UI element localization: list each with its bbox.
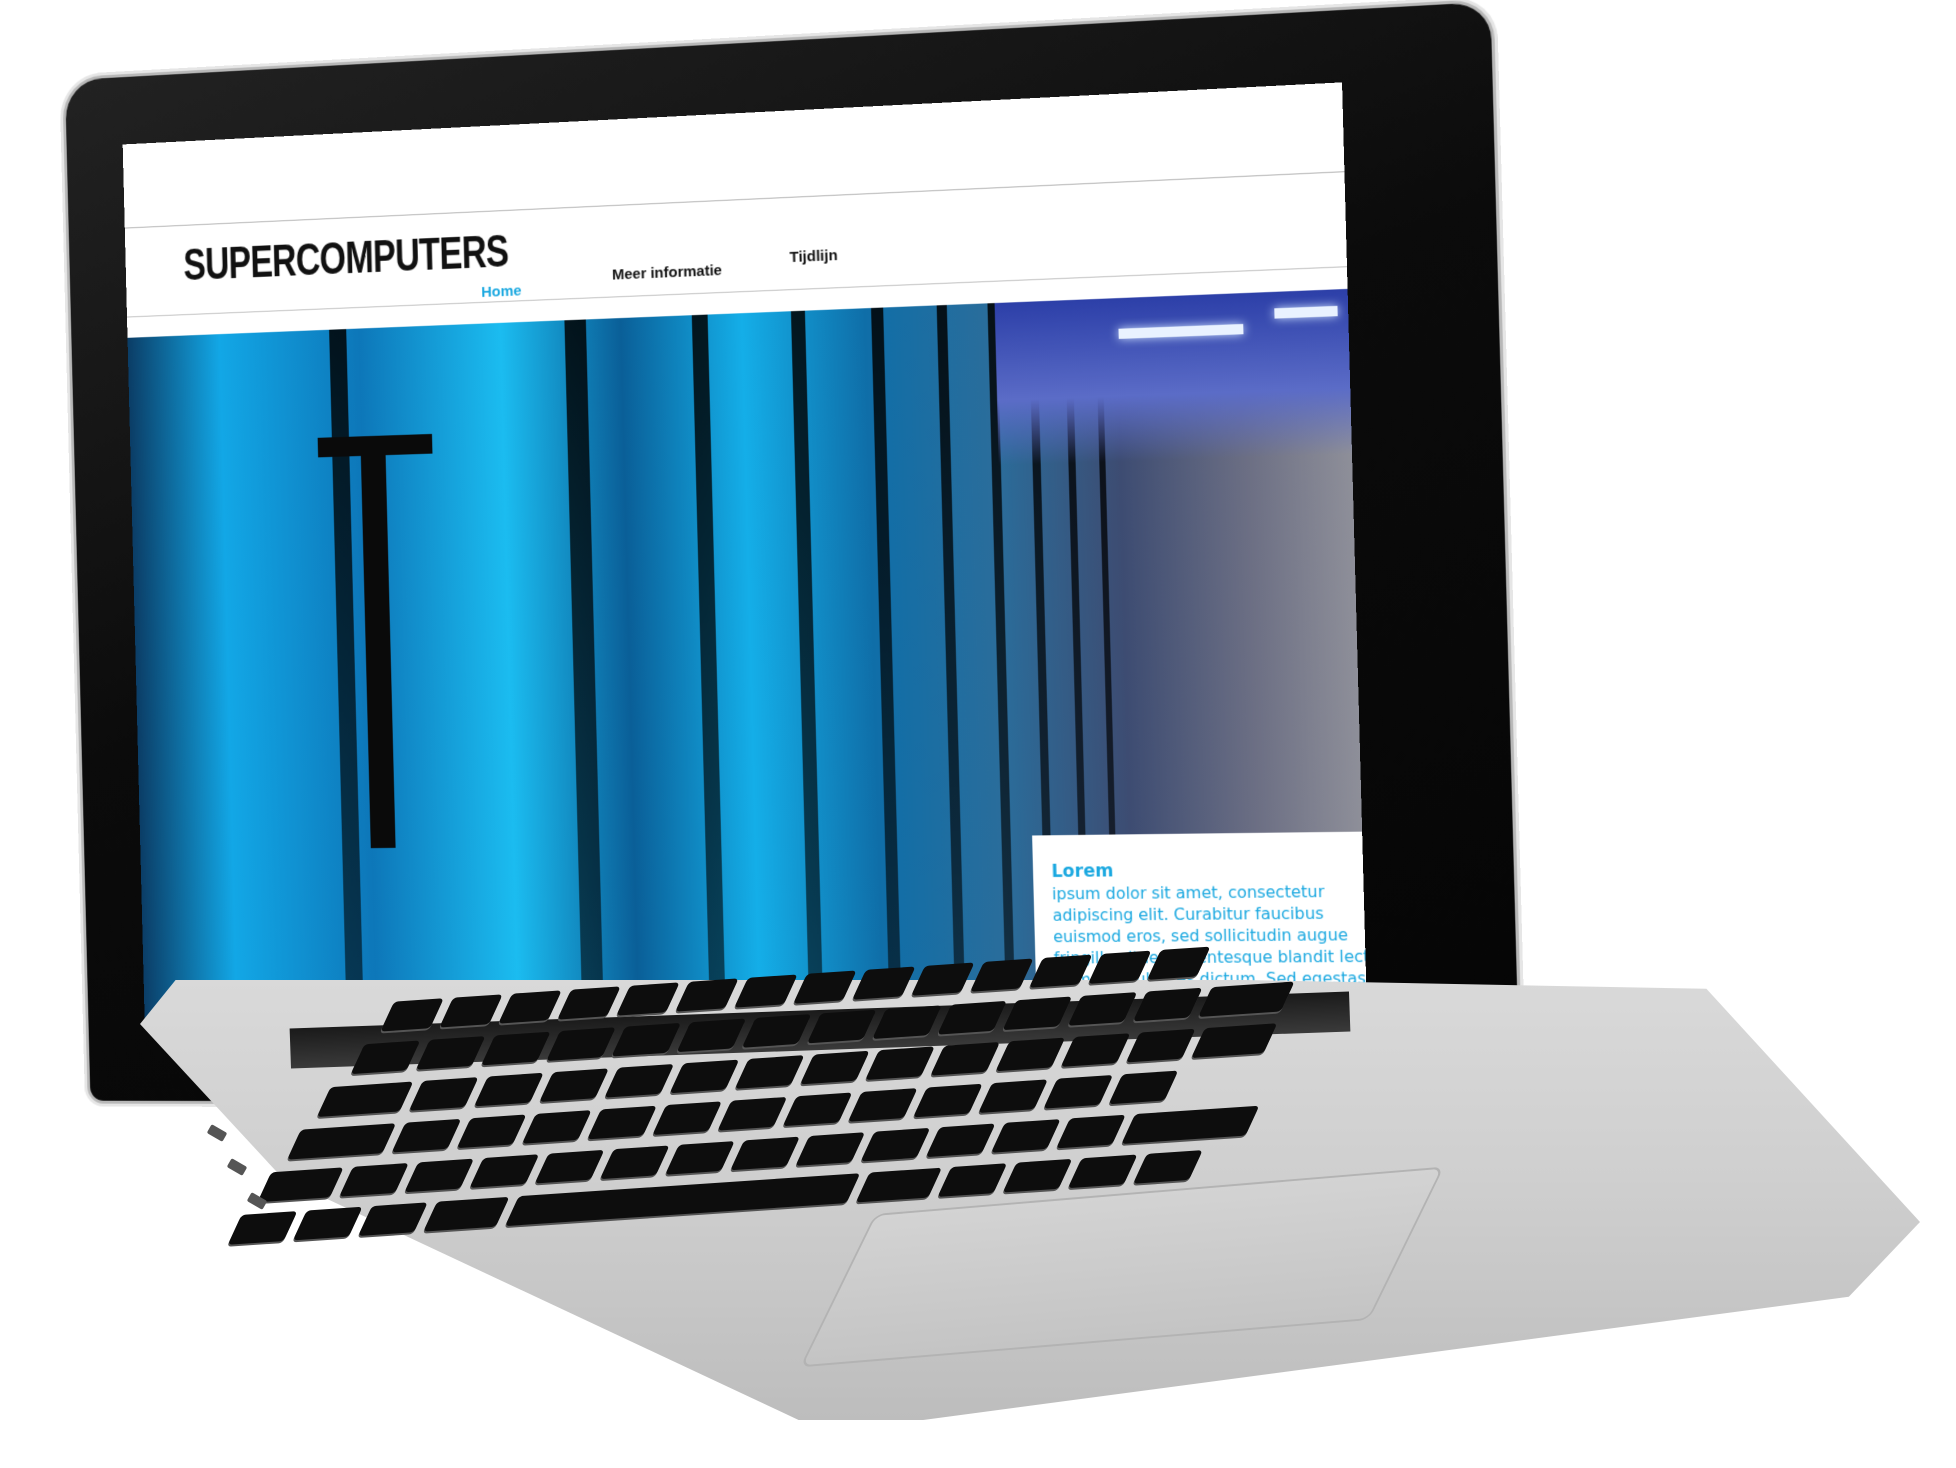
nav-tijdlijn-link[interactable]: Tijdlijn <box>789 247 837 266</box>
hero-image: Lorem ipsum dolor sit amet, consectetur … <box>128 289 1368 1020</box>
key[interactable] <box>913 1084 983 1118</box>
header-divider-top <box>125 171 1345 228</box>
ctrl-key[interactable] <box>293 1207 363 1241</box>
alt-key[interactable] <box>358 1202 428 1236</box>
key[interactable] <box>911 962 974 995</box>
shift-key[interactable] <box>1121 1106 1259 1144</box>
key[interactable] <box>735 1055 805 1089</box>
rack-panel-graphic <box>360 436 395 849</box>
key[interactable] <box>991 1119 1061 1153</box>
key[interactable] <box>457 1114 527 1148</box>
key[interactable] <box>861 1128 931 1162</box>
key[interactable] <box>1133 988 1203 1022</box>
fn-key[interactable] <box>228 1211 298 1245</box>
key[interactable] <box>409 1077 479 1111</box>
arrow-left-key[interactable] <box>1003 1159 1073 1193</box>
key[interactable] <box>392 1119 462 1153</box>
key[interactable] <box>404 1159 474 1193</box>
key[interactable] <box>1126 1029 1196 1063</box>
key[interactable] <box>611 1023 681 1057</box>
key[interactable] <box>718 1097 788 1131</box>
key[interactable] <box>1002 997 1072 1031</box>
rack-divider <box>329 329 364 1020</box>
key[interactable] <box>522 1110 592 1144</box>
tab-key[interactable] <box>317 1082 414 1118</box>
key[interactable] <box>852 966 915 999</box>
ceiling-light-icon <box>1118 324 1243 339</box>
return-key[interactable] <box>1191 1023 1277 1058</box>
key[interactable] <box>848 1088 918 1122</box>
rack-divider <box>937 305 966 1019</box>
key[interactable] <box>800 1051 870 1085</box>
nav-meer-informatie-link[interactable]: Meer informatie <box>612 262 722 284</box>
key[interactable] <box>807 1010 877 1044</box>
key[interactable] <box>872 1005 942 1039</box>
nav-home-link[interactable]: Home <box>481 282 522 300</box>
info-heading: Lorem <box>1051 858 1367 882</box>
key[interactable] <box>498 990 561 1023</box>
key[interactable] <box>1029 955 1092 988</box>
datacenter-ceiling <box>995 289 1352 465</box>
key[interactable] <box>604 1064 674 1098</box>
key[interactable] <box>783 1093 853 1127</box>
alt-key[interactable] <box>938 1163 1008 1197</box>
key[interactable] <box>795 1132 865 1166</box>
rack-divider <box>564 319 603 1019</box>
key[interactable] <box>865 1046 935 1080</box>
key[interactable] <box>587 1106 657 1140</box>
cmd-key[interactable] <box>856 1168 942 1203</box>
key[interactable] <box>670 1060 740 1094</box>
key[interactable] <box>996 1038 1066 1072</box>
caps-lock-key[interactable] <box>287 1123 396 1159</box>
cmd-key[interactable] <box>423 1197 509 1232</box>
backspace-key[interactable] <box>1198 982 1295 1018</box>
key[interactable] <box>730 1137 800 1171</box>
key[interactable] <box>339 1163 409 1197</box>
rack-divider <box>871 308 902 1019</box>
key[interactable] <box>1109 1071 1179 1105</box>
power-key[interactable] <box>1147 947 1210 980</box>
key[interactable] <box>937 1001 1007 1035</box>
key[interactable] <box>970 959 1033 992</box>
key[interactable] <box>665 1141 735 1175</box>
key[interactable] <box>380 998 443 1031</box>
key[interactable] <box>616 982 679 1015</box>
key[interactable] <box>470 1154 540 1188</box>
key[interactable] <box>652 1101 722 1135</box>
key[interactable] <box>1056 1115 1126 1149</box>
arrow-up-down-key[interactable] <box>1068 1154 1138 1188</box>
key[interactable] <box>677 1018 747 1052</box>
key[interactable] <box>930 1042 1000 1076</box>
key[interactable] <box>557 986 620 1019</box>
rack-divider <box>692 315 726 1020</box>
key[interactable] <box>1068 992 1138 1026</box>
ceiling-light-icon <box>1274 306 1337 319</box>
key[interactable] <box>474 1073 544 1107</box>
key[interactable] <box>926 1123 996 1157</box>
key[interactable] <box>481 1032 551 1066</box>
key[interactable] <box>1088 951 1151 984</box>
key[interactable] <box>600 1145 670 1179</box>
key[interactable] <box>546 1027 616 1061</box>
key[interactable] <box>1043 1075 1113 1109</box>
key[interactable] <box>351 1040 421 1074</box>
key[interactable] <box>978 1079 1048 1113</box>
key[interactable] <box>439 994 502 1027</box>
shift-key[interactable] <box>257 1167 343 1202</box>
key[interactable] <box>416 1036 486 1070</box>
key[interactable] <box>742 1014 812 1048</box>
key[interactable] <box>734 974 797 1007</box>
key[interactable] <box>539 1068 609 1102</box>
key[interactable] <box>793 970 856 1003</box>
rack-divider <box>791 311 823 1019</box>
key[interactable] <box>675 978 738 1011</box>
laptop-screen: SUPERCOMPUTERS Home Meer informatie Tijd… <box>123 82 1367 1020</box>
key[interactable] <box>1061 1033 1131 1067</box>
key[interactable] <box>535 1150 605 1184</box>
